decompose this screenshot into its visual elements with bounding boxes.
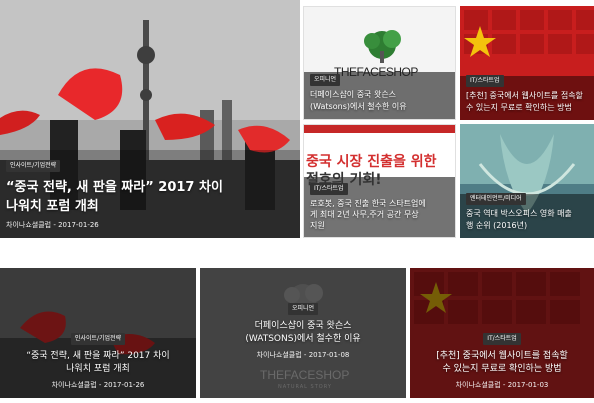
related-article-card[interactable]: 인사이트/기업전략 “중국 전략, 새 판을 짜라” 2017 차이 나워치 포… [0, 268, 196, 398]
author-name: 차이나쇼셜클럽 [256, 351, 302, 359]
article-meta: 차이나쇼셜클럽 - 2017-01-26 [6, 380, 190, 390]
article-card-box-office[interactable]: 엔터테인먼트/미디어 중국 역대 박스오피스 영화 매출 행 순위 (2016년… [460, 124, 594, 238]
article-title-line: 로호봇, 중국 진출 한국 스타트업에 [310, 199, 426, 208]
post-date: 2017-01-26 [103, 381, 145, 389]
brand-tagline: NATURAL STORY [278, 384, 332, 390]
related-article-card[interactable]: THEFACESHOP NATURAL STORY 오피니언 더페이스샵이 중국… [200, 268, 406, 398]
article-title-line: 더페이스샵이 중국 왓슨스 [254, 321, 352, 331]
category-badge[interactable]: 엔터테인먼트/미디어 [466, 193, 526, 205]
article-meta: 차이나쇼셜클럽 - 2017-01-26 [6, 220, 294, 230]
brand-name: THEFACESHOP [260, 368, 350, 382]
category-badge[interactable]: IT/스타트업 [310, 183, 348, 195]
article-meta: 차이나쇼셜클럽 - 2017-01-03 [416, 380, 588, 390]
article-title-line: 중국 역대 박스오피스 영화 매출 [466, 209, 572, 218]
meta-separator: - [500, 381, 508, 389]
article-title-line: 나워치 포럼 개최 [6, 199, 99, 214]
related-article-card[interactable]: IT/스타트업 [추천] 중국에서 웹사이트를 접속할 수 있는지 무료로 확인… [410, 268, 594, 398]
article-title-line: [추천] 중국에서 웹사이트를 접속할 [466, 91, 583, 100]
article-title-line: 게 최대 2년 사무,주거 공간 무상 [310, 210, 419, 219]
article-title-line: “중국 전략, 새 판을 짜라” 2017 차이 [6, 180, 223, 195]
meta-separator: - [96, 381, 104, 389]
article-title-line: 수 있는지 무료로 확인하는 방법 [442, 364, 562, 374]
author-name: 차이나쇼셜클럽 [6, 221, 52, 229]
article-title-line: (WATSONS)에서 철수한 이유 [245, 334, 361, 344]
category-badge[interactable]: IT/스타트업 [466, 75, 504, 87]
category-badge[interactable]: 인사이트/기업전략 [6, 160, 61, 172]
article-meta: 차이나쇼셜클럽 - 2017-01-08 [206, 350, 400, 360]
article-title-line: [추천] 중국에서 웹사이트를 접속할 [436, 351, 568, 361]
author-name: 차이나쇼셜클럽 [455, 381, 501, 389]
banner-headline: 중국 시장 진출을 위한 [306, 154, 437, 170]
article-title-line: 나워치 포럼 개최 [66, 364, 130, 374]
article-title-line: 더페이스샵이 중국 왓슨스 [310, 90, 397, 99]
article-card-website-check[interactable]: IT/스타트업 [추천] 중국에서 웹사이트를 접속할 수 있는지 무료로 확인… [460, 6, 594, 120]
featured-article-card[interactable]: 인사이트/기업전략 “중국 전략, 새 판을 짜라” 2017 차이 나워치 포… [0, 0, 300, 238]
post-date: 2017-01-26 [58, 221, 99, 229]
post-date: 2017-01-08 [308, 351, 350, 359]
category-badge[interactable]: 오피니언 [287, 303, 319, 315]
author-name: 차이나쇼셜클럽 [51, 381, 97, 389]
category-badge[interactable]: IT/스타트업 [483, 333, 521, 345]
article-title-line: 행 순위 (2016년) [466, 221, 528, 230]
article-title-line: “중국 전략, 새 판을 짜라” 2017 차이 [26, 351, 170, 361]
category-badge[interactable]: 오피니언 [310, 74, 341, 86]
article-title-line: 지원 [310, 221, 325, 230]
post-date: 2017-01-03 [507, 381, 549, 389]
category-badge[interactable]: 인사이트/기업전략 [70, 333, 126, 345]
article-card-startup-support[interactable]: 중국 시장 진출을 위한 절호의 기회! IT/스타트업 로호봇, 중국 진출 … [303, 124, 456, 238]
meta-separator: - [301, 351, 309, 359]
article-card-faceshop[interactable]: THEFACESHOP 오피니언 더페이스샵이 중국 왓슨스 (Watsons)… [303, 6, 456, 120]
article-title-line: (Watsons)에서 철수한 이유 [310, 102, 407, 111]
article-title-line: 수 있는지 무료로 확인하는 방법 [466, 103, 572, 112]
